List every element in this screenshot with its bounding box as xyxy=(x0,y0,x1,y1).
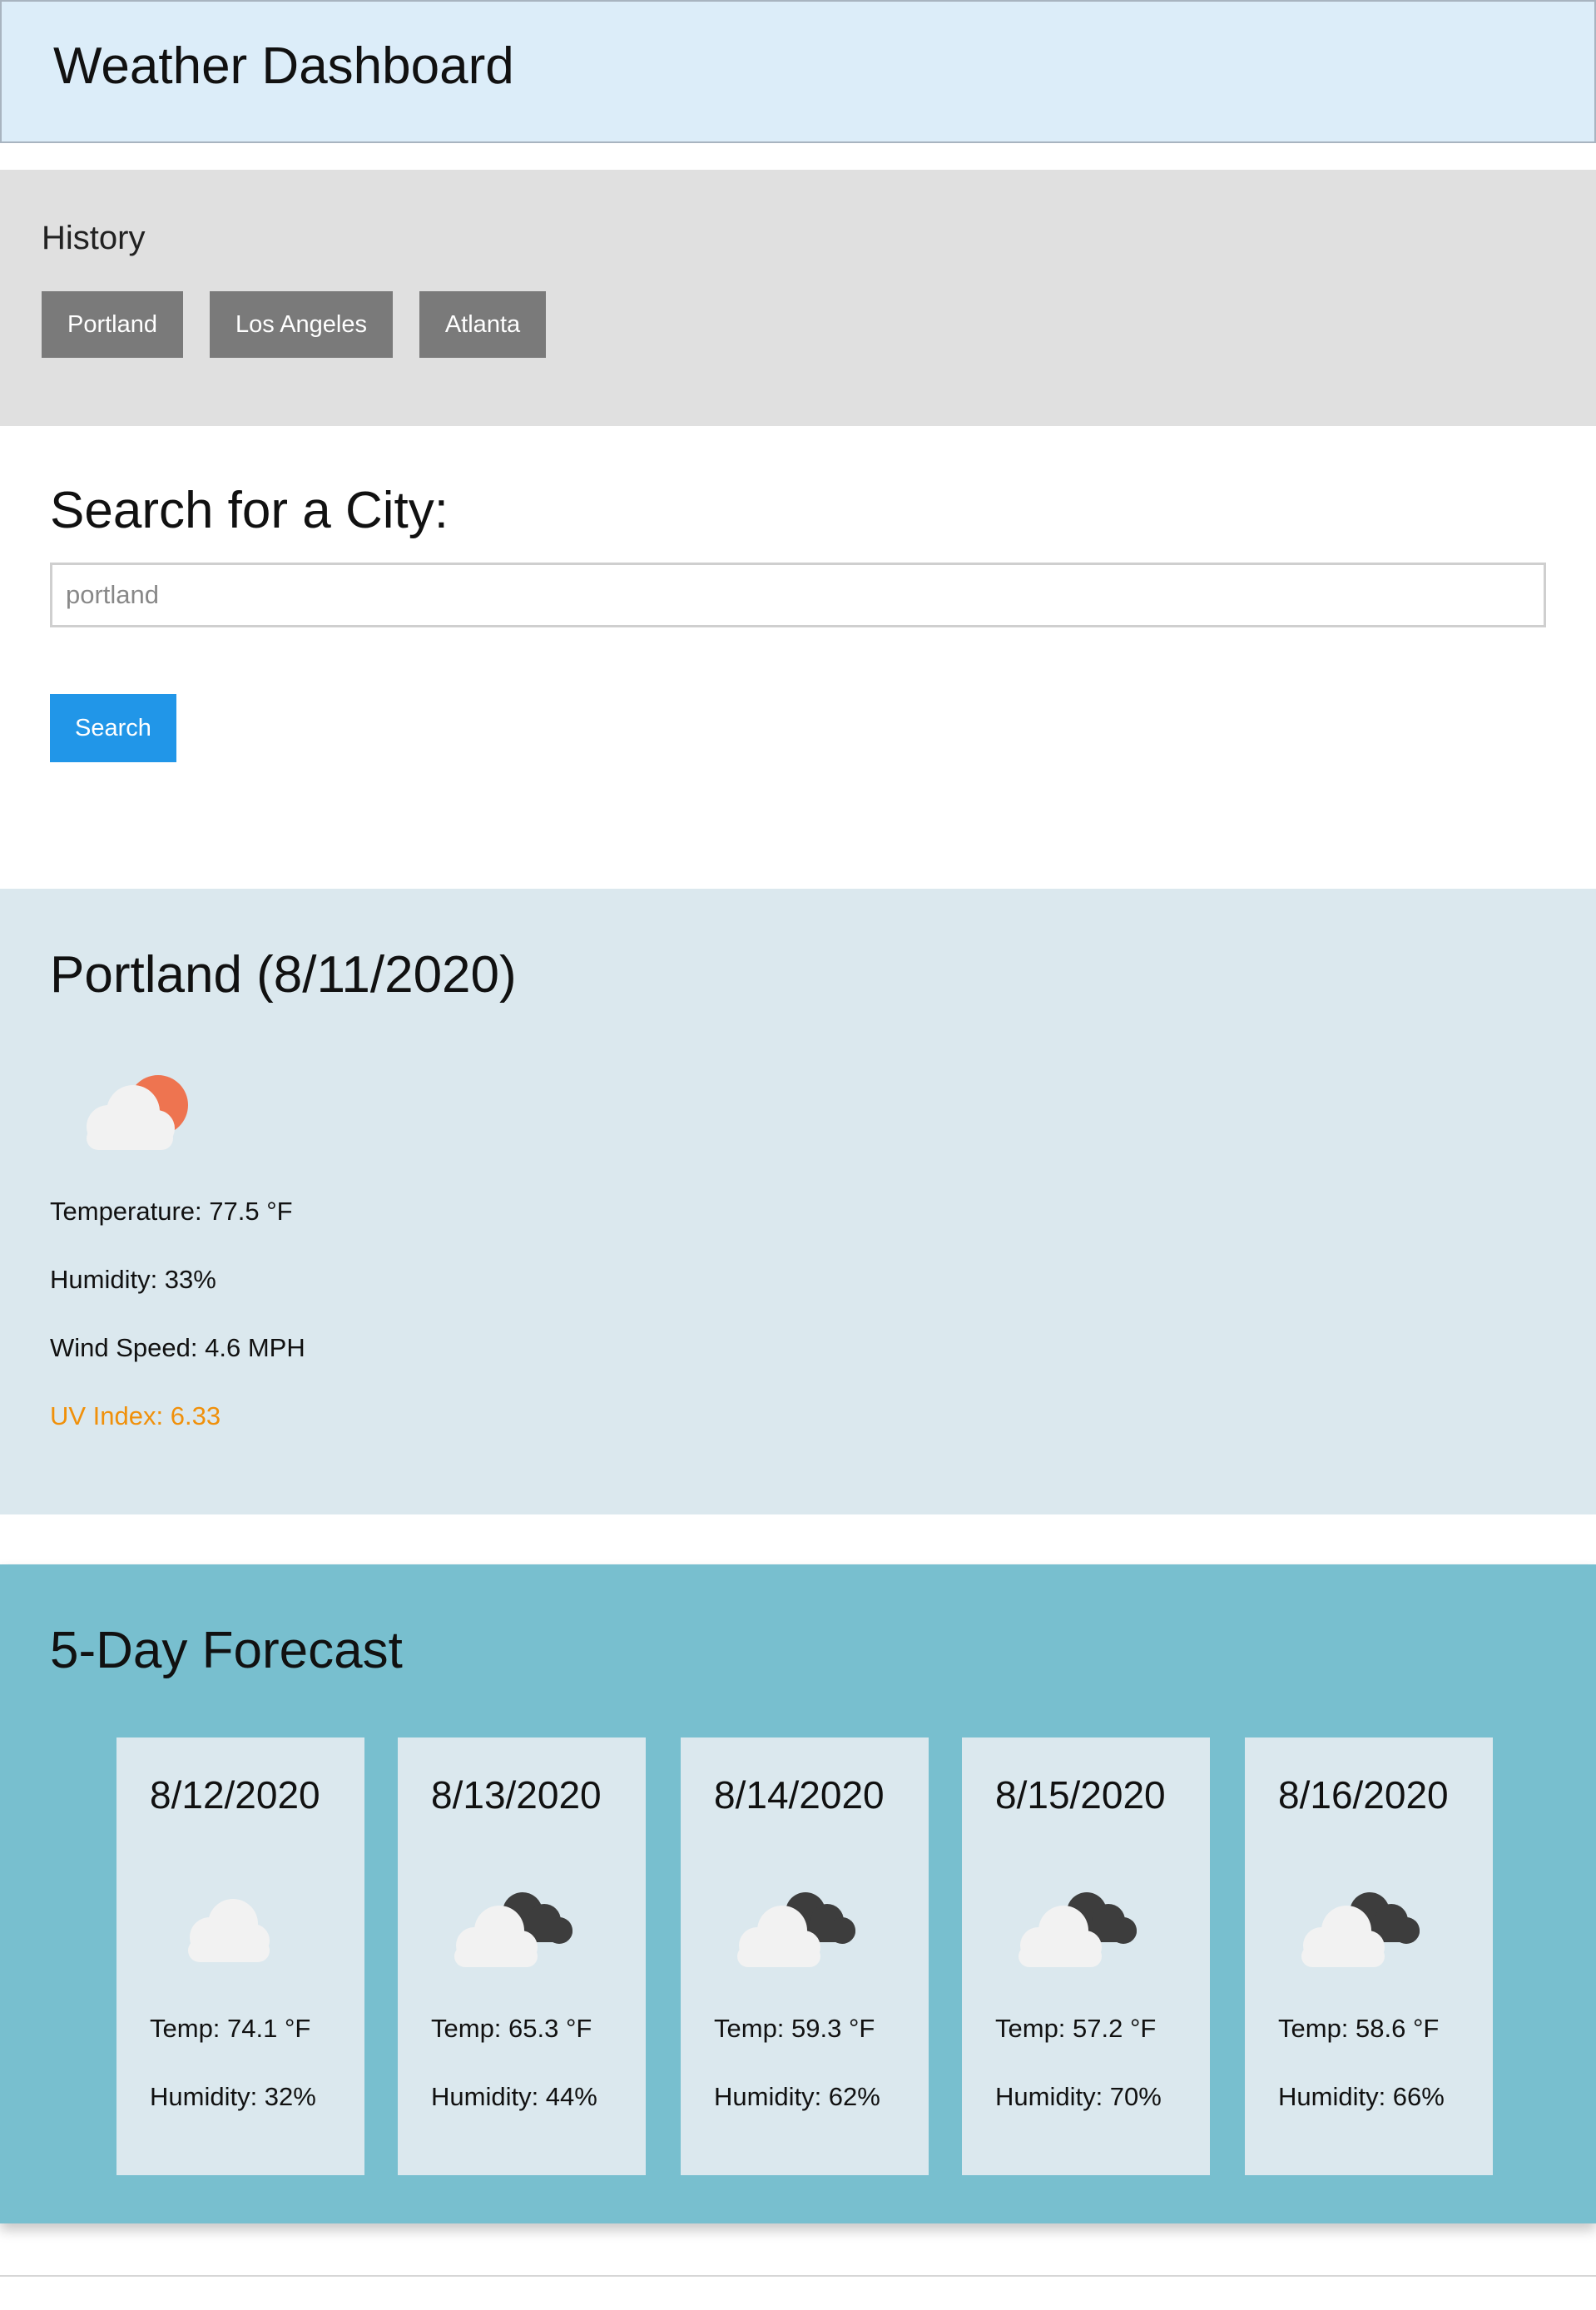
current-temperature: Temperature: 77.5 °F xyxy=(50,1197,293,1226)
forecast-card: 8/15/2020 Temp: 57.2 °F Humidity: 70% xyxy=(962,1737,1210,2175)
forecast-date: 8/13/2020 xyxy=(431,1773,602,1817)
forecast-temp: Temp: 57.2 °F xyxy=(995,2014,1157,2043)
forecast-humidity: Humidity: 70% xyxy=(995,2082,1162,2111)
forecast-date: 8/15/2020 xyxy=(995,1773,1166,1817)
forecast-temp: Temp: 65.3 °F xyxy=(431,2014,592,2043)
history-button-portland[interactable]: Portland xyxy=(42,291,183,358)
forecast-date: 8/14/2020 xyxy=(714,1773,885,1817)
cloud-dark-cloud-icon xyxy=(454,1892,572,1967)
search-panel: Search for a City: Search xyxy=(0,426,1596,889)
history-panel: History Portland Los Angeles Atlanta xyxy=(0,170,1596,426)
cloud-icon xyxy=(188,1899,270,1962)
current-wind-speed: Wind Speed: 4.6 MPH xyxy=(50,1333,305,1362)
forecast-card: 8/12/2020 Temp: 74.1 °F Humidity: 32% xyxy=(116,1737,364,2175)
city-search-input[interactable] xyxy=(50,563,1546,627)
search-button[interactable]: Search xyxy=(50,694,176,762)
forecast-date: 8/12/2020 xyxy=(150,1773,320,1817)
search-heading: Search for a City: xyxy=(50,482,449,539)
cloud-dark-cloud-icon xyxy=(737,1892,855,1967)
forecast-card: 8/14/2020 Temp: 59.3 °F Humidity: 62% xyxy=(681,1737,929,2175)
cloud-sun-icon xyxy=(87,1075,188,1150)
current-city-heading: Portland (8/11/2020) xyxy=(50,946,517,1004)
forecast-temp: Temp: 58.6 °F xyxy=(1278,2014,1440,2043)
footer-divider xyxy=(0,2275,1596,2277)
forecast-humidity: Humidity: 66% xyxy=(1278,2082,1445,2111)
forecast-humidity: Humidity: 32% xyxy=(150,2082,316,2111)
cloud-dark-cloud-icon xyxy=(1019,1892,1137,1967)
forecast-panel: 5-Day Forecast 8/12/2020 Temp: 74.1 °F H… xyxy=(0,1564,1596,2223)
forecast-card: 8/16/2020 Temp: 58.6 °F Humidity: 66% xyxy=(1245,1737,1493,2175)
header: Weather Dashboard xyxy=(0,0,1596,143)
current-uv-index: UV Index: 6.33 xyxy=(50,1401,221,1430)
page-title: Weather Dashboard xyxy=(53,37,514,95)
forecast-date: 8/16/2020 xyxy=(1278,1773,1449,1817)
current-humidity: Humidity: 33% xyxy=(50,1265,216,1294)
history-button-los-angeles[interactable]: Los Angeles xyxy=(210,291,393,358)
forecast-card: 8/13/2020 Temp: 65.3 °F Humidity: 44% xyxy=(398,1737,646,2175)
current-weather-panel: Portland (8/11/2020) Temperature: 77.5 °… xyxy=(0,889,1596,1514)
forecast-humidity: Humidity: 62% xyxy=(714,2082,880,2111)
cloud-dark-cloud-icon xyxy=(1301,1892,1420,1967)
forecast-temp: Temp: 59.3 °F xyxy=(714,2014,875,2043)
history-button-atlanta[interactable]: Atlanta xyxy=(419,291,546,358)
forecast-temp: Temp: 74.1 °F xyxy=(150,2014,311,2043)
history-label: History xyxy=(42,220,146,256)
forecast-heading: 5-Day Forecast xyxy=(50,1622,403,1679)
forecast-humidity: Humidity: 44% xyxy=(431,2082,597,2111)
